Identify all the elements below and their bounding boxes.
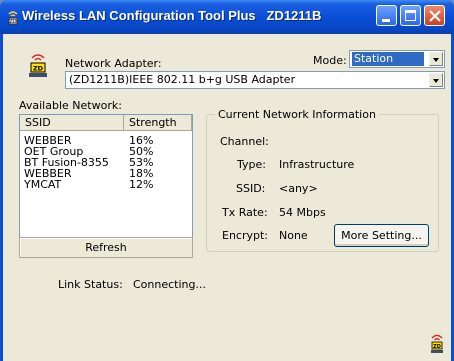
list-item[interactable]: YMCAT: [24, 179, 61, 190]
encrypt-value: None: [279, 229, 308, 242]
refresh-button[interactable]: Refresh: [19, 237, 193, 258]
app-window: ZD Wireless LAN Configuration Tool Plus …: [0, 0, 454, 361]
mode-select[interactable]: Station: [349, 50, 445, 68]
network-list[interactable]: SSID Strength WEBBER 16% OET Group 50% B…: [19, 114, 193, 239]
mode-value: Station: [352, 52, 424, 66]
available-network-label: Available Network:: [19, 99, 122, 112]
title-bar[interactable]: ZD Wireless LAN Configuration Tool Plus …: [0, 0, 454, 34]
link-status-value: Connecting...: [133, 278, 206, 291]
current-network-title: Current Network Information: [215, 108, 379, 121]
client-area: ZD Network Adapter: Mode: Station (ZD121…: [3, 34, 451, 361]
more-setting-button[interactable]: More Setting...: [334, 224, 429, 247]
maximize-button[interactable]: [400, 5, 421, 26]
tx-rate-value: 54 Mbps: [279, 206, 326, 219]
minimize-icon: [382, 19, 390, 22]
usb-adapter-icon: ZD: [29, 54, 47, 77]
mode-label: Mode:: [313, 54, 347, 67]
link-status-label: Link Status:: [58, 278, 123, 291]
channel-label: Channel:: [220, 135, 269, 148]
chevron-down-icon[interactable]: [429, 73, 443, 87]
window-title: Wireless LAN Configuration Tool Plus ZD1…: [22, 8, 322, 23]
list-item-strength: 12%: [129, 178, 154, 191]
current-network-group: Current Network Information Channel: Typ…: [206, 108, 439, 252]
adapter-select[interactable]: (ZD1211B)IEEE 802.11 b+g USB Adapter: [65, 71, 445, 89]
column-header-strength[interactable]: Strength: [124, 115, 192, 131]
minimize-button[interactable]: [376, 5, 397, 26]
ssid-value: <any>: [279, 182, 318, 195]
encrypt-label: Encrypt:: [222, 229, 269, 242]
chevron-down-icon[interactable]: [429, 52, 443, 66]
network-adapter-label: Network Adapter:: [65, 57, 162, 70]
svg-text:ZD: ZD: [33, 65, 44, 73]
adapter-value: (ZD1211B)IEEE 802.11 b+g USB Adapter: [69, 73, 296, 86]
column-header-ssid[interactable]: SSID: [20, 115, 124, 131]
type-value: Infrastructure: [279, 158, 355, 171]
close-icon: [429, 10, 441, 22]
tx-rate-label: Tx Rate:: [222, 206, 268, 219]
svg-text:ZD: ZD: [433, 344, 441, 350]
zd-wireless-icon: ZD: [431, 334, 443, 353]
svg-text:ZD: ZD: [9, 19, 16, 25]
ssid-label: SSID:: [236, 182, 266, 195]
maximize-icon: [405, 10, 416, 21]
wireless-adapter-icon: ZD: [8, 11, 18, 25]
type-label: Type:: [237, 158, 266, 171]
close-button[interactable]: [424, 5, 445, 26]
